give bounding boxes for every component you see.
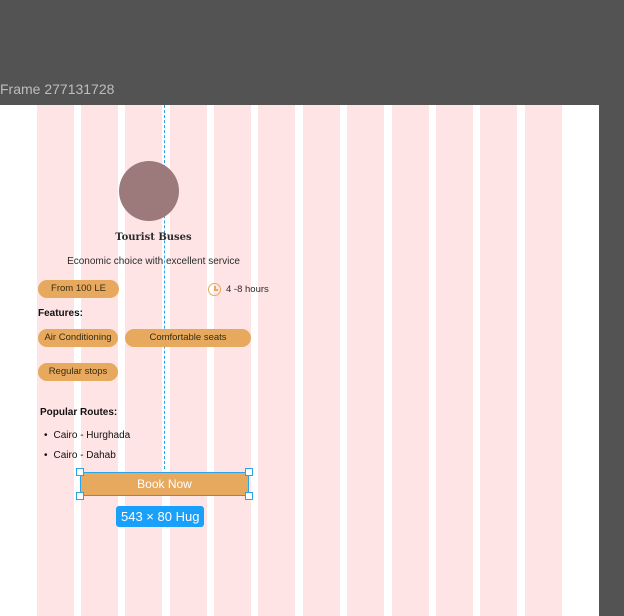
layout-grid-column: [37, 105, 74, 616]
resize-handle-bottom-right[interactable]: [245, 492, 253, 500]
duration-info: 4 -8 hours: [208, 281, 269, 297]
card-title: Tourist Buses: [115, 232, 192, 243]
frame-name-label[interactable]: Frame 277131728: [0, 81, 114, 97]
layout-grid-column: [480, 105, 517, 616]
price-pill[interactable]: From 100 LE: [38, 280, 119, 298]
center-guide-line: [164, 105, 165, 469]
route-item: Cairo - Hurghada: [44, 430, 131, 441]
features-label: Features:: [38, 308, 84, 319]
dimensions-badge: 543 × 80 Hug: [116, 506, 205, 527]
layout-grid-column: [81, 105, 118, 616]
layout-grid-column: [436, 105, 473, 616]
resize-handle-top-left[interactable]: [76, 468, 84, 476]
avatar[interactable]: [119, 161, 179, 221]
layout-grid-column: [214, 105, 251, 616]
feature-pill-comfortable-seats[interactable]: Comfortable seats: [125, 329, 251, 347]
card-subtitle: Economic choice with excellent service: [67, 256, 240, 267]
layout-grid-column: [258, 105, 295, 616]
layout-grid-column: [303, 105, 340, 616]
route-item: Cairo - Dahab: [44, 450, 116, 461]
feature-pill-regular-stops[interactable]: Regular stops: [38, 363, 118, 381]
layout-grid-column: [347, 105, 384, 616]
feature-pill-air-conditioning[interactable]: Air Conditioning: [38, 329, 118, 347]
book-now-button[interactable]: Book Now: [80, 472, 249, 496]
design-frame[interactable]: Tourist Buses Economic choice with excel…: [0, 105, 599, 616]
resize-handle-bottom-left[interactable]: [76, 492, 84, 500]
duration-text: 4 -8 hours: [226, 283, 269, 295]
resize-handle-top-right[interactable]: [245, 468, 253, 476]
layout-grid-column: [392, 105, 429, 616]
clock-icon: [208, 282, 221, 296]
layout-grid-column: [525, 105, 562, 616]
routes-title: Popular Routes:: [40, 407, 118, 418]
